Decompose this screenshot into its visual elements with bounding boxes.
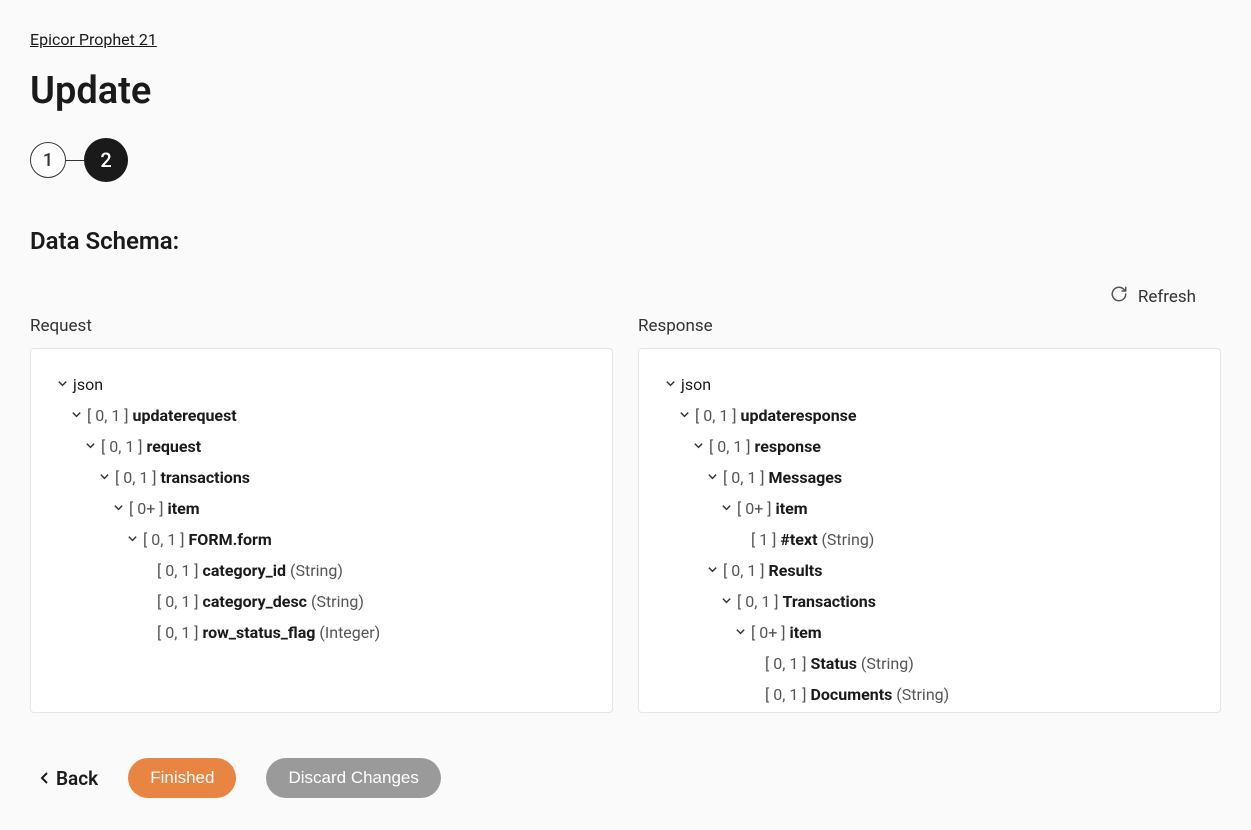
node-label: [ 0, 1 ] response <box>709 437 821 456</box>
chevron-down-icon[interactable] <box>111 502 125 516</box>
node-label: [ 0, 1 ] FORM.form <box>143 530 272 549</box>
node-label: [ 0, 1 ] Documents (String) <box>765 685 949 704</box>
tree-node: [ 0, 1 ] category_desc (String) <box>55 586 588 617</box>
step-1[interactable]: 1 <box>30 142 66 178</box>
tree-node[interactable]: [ 0, 1 ] Results <box>663 555 1196 586</box>
response-label: Response <box>638 316 1221 336</box>
tree-node[interactable]: [ 0, 1 ] FORM.form <box>55 524 588 555</box>
back-button[interactable]: Back <box>40 767 98 790</box>
node-label: [ 0+ ] item <box>129 499 200 518</box>
node-label: [ 0+ ] item <box>737 499 808 518</box>
node-label: [ 0, 1 ] Transactions <box>737 592 876 611</box>
chevron-down-icon[interactable] <box>733 626 747 640</box>
response-panel: json [ 0, 1 ] updateresponse [ 0, 1 ] re… <box>638 348 1221 713</box>
step-2[interactable]: 2 <box>84 138 128 182</box>
chevron-down-icon[interactable] <box>705 471 719 485</box>
footer: Back Finished Discard Changes <box>30 758 1221 798</box>
tree-node: [ 0, 1 ] category_id (String) <box>55 555 588 586</box>
page-title: Update <box>30 69 1221 113</box>
tree-node: [ 0, 1 ] row_status_flag (Integer) <box>55 617 588 648</box>
tree-node: [ 0, 1 ] Documents (String) <box>663 679 1196 710</box>
node-label: [ 0, 1 ] updaterequest <box>87 406 237 425</box>
breadcrumb-link[interactable]: Epicor Prophet 21 <box>30 30 157 49</box>
back-label: Back <box>56 767 98 790</box>
chevron-down-icon[interactable] <box>705 564 719 578</box>
finished-button[interactable]: Finished <box>128 758 236 798</box>
node-label: [ 0, 1 ] updateresponse <box>695 406 857 425</box>
node-label: [ 0, 1 ] Messages <box>723 468 842 487</box>
schema-row: Request json [ 0, 1 ] updaterequest [ 0,… <box>30 316 1221 713</box>
node-label: [ 0, 1 ] Results <box>723 561 822 580</box>
chevron-down-icon[interactable] <box>719 595 733 609</box>
node-label: [ 0, 1 ] category_desc (String) <box>157 592 364 611</box>
chevron-down-icon[interactable] <box>97 471 111 485</box>
step-connector <box>66 160 84 161</box>
refresh-icon <box>1110 285 1128 308</box>
chevron-down-icon[interactable] <box>69 409 83 423</box>
stepper: 1 2 <box>30 138 1221 182</box>
node-label: [ 0+ ] item <box>751 623 822 642</box>
tree-node[interactable]: [ 0, 1 ] Messages <box>663 462 1196 493</box>
request-label: Request <box>30 316 613 336</box>
chevron-left-icon <box>40 767 50 790</box>
chevron-down-icon[interactable] <box>677 409 691 423</box>
tree-node: [ 1 ] #text (String) <box>663 524 1196 555</box>
node-label: [ 0, 1 ] Status (String) <box>765 654 914 673</box>
chevron-down-icon[interactable] <box>663 378 677 392</box>
tree-node[interactable]: json <box>55 369 588 400</box>
node-label: json <box>73 375 103 394</box>
node-label: [ 0, 1 ] category_id (String) <box>157 561 343 580</box>
request-panel: json [ 0, 1 ] updaterequest [ 0, 1 ] req… <box>30 348 613 713</box>
chevron-down-icon[interactable] <box>83 440 97 454</box>
tree-node: [ 0, 1 ] Status (String) <box>663 648 1196 679</box>
tree-node[interactable]: [ 0, 1 ] transactions <box>55 462 588 493</box>
chevron-down-icon[interactable] <box>125 533 139 547</box>
node-label: json <box>681 375 711 394</box>
tree-node[interactable]: json <box>663 369 1196 400</box>
tree-node[interactable]: [ 0, 1 ] response <box>663 431 1196 462</box>
node-label: [ 0, 1 ] request <box>101 437 201 456</box>
tree-node[interactable]: [ 0, 1 ] Transactions <box>663 586 1196 617</box>
tree-node[interactable]: [ 0, 1 ] request <box>55 431 588 462</box>
tree-node[interactable]: [ 0+ ] item <box>663 493 1196 524</box>
discard-changes-button[interactable]: Discard Changes <box>266 758 440 798</box>
tree-node[interactable]: [ 0, 1 ] updateresponse <box>663 400 1196 431</box>
node-label: [ 1 ] #text (String) <box>751 530 874 549</box>
refresh-button[interactable]: Refresh <box>1110 285 1196 308</box>
tree-node[interactable]: [ 0+ ] item <box>55 493 588 524</box>
section-title: Data Schema: <box>30 227 1221 255</box>
chevron-down-icon[interactable] <box>691 440 705 454</box>
chevron-down-icon[interactable] <box>719 502 733 516</box>
node-label: [ 0, 1 ] row_status_flag (Integer) <box>157 623 380 642</box>
tree-node[interactable]: [ 0+ ] item <box>663 617 1196 648</box>
node-label: [ 0, 1 ] transactions <box>115 468 250 487</box>
tree-node[interactable]: [ 0, 1 ] updaterequest <box>55 400 588 431</box>
chevron-down-icon[interactable] <box>55 378 69 392</box>
refresh-label: Refresh <box>1138 287 1196 307</box>
